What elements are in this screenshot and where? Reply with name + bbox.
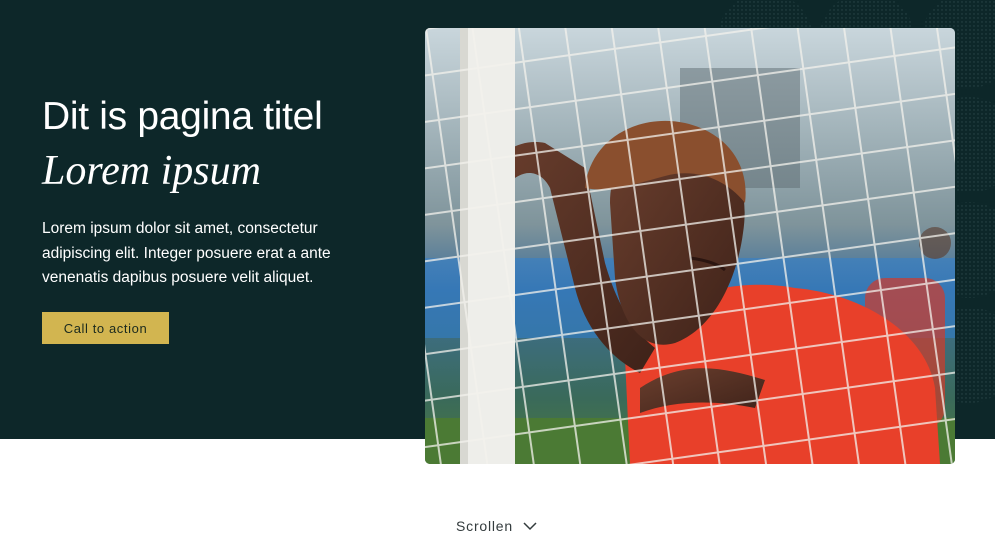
intro-paragraph: Lorem ipsum dolor sit amet, consectetur … xyxy=(42,220,331,286)
chevron-down-icon xyxy=(523,522,537,531)
call-to-action-button[interactable]: Call to action xyxy=(42,312,169,344)
scroll-label: Scrollen xyxy=(456,518,513,534)
hero-photo xyxy=(425,28,955,464)
page-subtitle: Lorem ipsum xyxy=(42,148,261,194)
page-title: Dit is pagina titel xyxy=(42,95,323,138)
football-player-image xyxy=(425,28,955,464)
scroll-down-link[interactable]: Scrollen xyxy=(456,516,537,536)
